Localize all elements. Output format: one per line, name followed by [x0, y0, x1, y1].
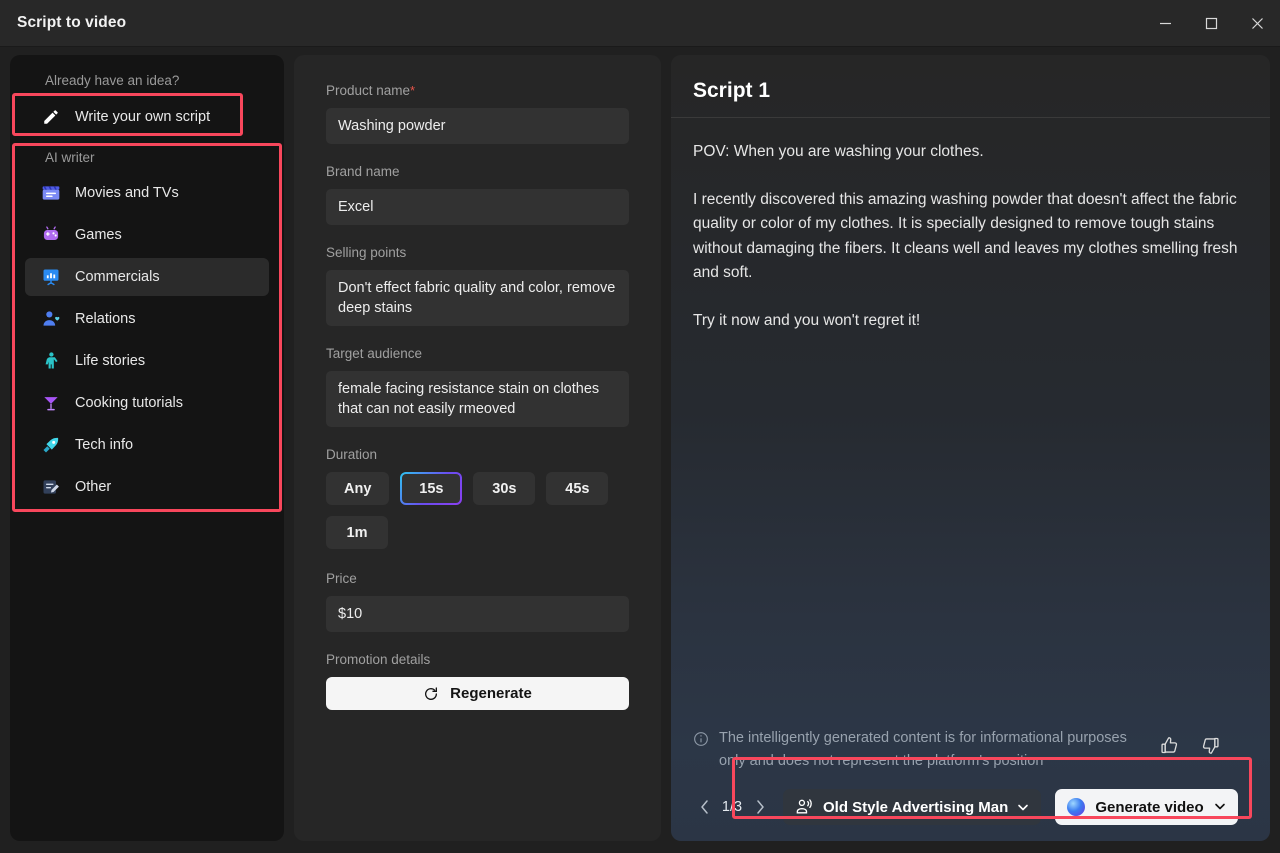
- duration-options: Any 15s 30s 45s 1m: [326, 472, 629, 549]
- sidebar-item-label: Tech info: [75, 437, 133, 453]
- script-title: Script 1: [693, 79, 1248, 103]
- voice-person-icon: [794, 797, 814, 817]
- thumbs-up-icon[interactable]: [1159, 735, 1180, 756]
- sidebar-item-movies-and-tvs[interactable]: Movies and TVs: [25, 174, 269, 212]
- title-bar: Script to video: [0, 0, 1280, 47]
- required-asterisk: *: [410, 83, 415, 98]
- note-pencil-icon: [41, 477, 61, 497]
- gamepad-icon: [41, 225, 61, 245]
- generate-video-label: Generate video: [1095, 799, 1203, 816]
- voice-selector-button[interactable]: Old Style Advertising Man: [783, 789, 1041, 825]
- sidebar-item-relations[interactable]: Relations: [25, 300, 269, 338]
- sidebar-item-label: Games: [75, 227, 122, 243]
- prev-script-button[interactable]: [693, 794, 715, 820]
- script-panel: Script 1 POV: When you are washing your …: [671, 55, 1270, 841]
- page-indicator: 1/3: [719, 799, 745, 815]
- brand-name-label: Brand name: [326, 164, 629, 180]
- maximize-icon: [1205, 17, 1218, 30]
- close-icon: [1251, 17, 1264, 30]
- selling-points-value: Don't effect fabric quality and color, r…: [338, 278, 617, 318]
- sidebar-item-cooking-tutorials[interactable]: Cooking tutorials: [25, 384, 269, 422]
- sidebar-caption-ai-writer: AI writer: [25, 150, 269, 166]
- duration-option-45s[interactable]: 45s: [546, 472, 608, 505]
- sidebar-item-games[interactable]: Games: [25, 216, 269, 254]
- person-walking-icon: [41, 351, 61, 371]
- script-paragraph: Try it now and you won't regret it!: [693, 309, 1248, 334]
- sidebar-item-life-stories[interactable]: Life stories: [25, 342, 269, 380]
- price-label: Price: [326, 571, 629, 587]
- duration-option-any[interactable]: Any: [326, 472, 389, 505]
- disclaimer-row: The intelligently generated content is f…: [671, 717, 1270, 779]
- ai-orb-icon: [1067, 798, 1085, 816]
- sidebar-item-write-your-own-script[interactable]: Write your own script: [25, 98, 269, 136]
- sidebar-item-label: Commercials: [75, 269, 160, 285]
- duration-label: Duration: [326, 447, 629, 463]
- main-body: Already have an idea? Write your own scr…: [0, 47, 1280, 853]
- script-paragraph: I recently discovered this amazing washi…: [693, 188, 1248, 286]
- minimize-button[interactable]: [1142, 0, 1188, 47]
- regenerate-button[interactable]: Regenerate: [326, 677, 629, 710]
- script-paragraph: POV: When you are washing your clothes.: [693, 140, 1248, 165]
- script-pager: 1/3: [693, 794, 771, 820]
- generate-video-button[interactable]: Generate video: [1055, 789, 1237, 825]
- sidebar: Already have an idea? Write your own scr…: [10, 55, 284, 841]
- sidebar-item-label: Movies and TVs: [75, 185, 179, 201]
- duration-option-30s[interactable]: 30s: [473, 472, 535, 505]
- sidebar-item-tech-info[interactable]: Tech info: [25, 426, 269, 464]
- product-name-input[interactable]: Washing powder: [326, 108, 629, 144]
- price-input[interactable]: $10: [326, 596, 629, 632]
- script-footer: 1/3 Old Style Advertising Man: [671, 779, 1270, 841]
- script-header: Script 1: [671, 55, 1270, 118]
- rocket-icon: [41, 435, 61, 455]
- sidebar-item-label: Cooking tutorials: [75, 395, 183, 411]
- brand-name-input[interactable]: Excel: [326, 189, 629, 225]
- brand-name-value: Excel: [338, 197, 373, 217]
- maximize-button[interactable]: [1188, 0, 1234, 47]
- sidebar-item-commercials[interactable]: Commercials: [25, 258, 269, 296]
- promotion-details-label: Promotion details: [326, 652, 629, 668]
- product-name-label-text: Product name: [326, 83, 410, 98]
- window-title: Script to video: [0, 14, 126, 32]
- presentation-chart-icon: [41, 267, 61, 287]
- chevron-down-icon: [1017, 801, 1029, 813]
- selling-points-input[interactable]: Don't effect fabric quality and color, r…: [326, 270, 629, 326]
- thumbs-down-icon[interactable]: [1200, 735, 1221, 756]
- sidebar-item-label: Write your own script: [75, 109, 210, 125]
- app-window: Script to video Already have an idea?: [0, 0, 1280, 853]
- duration-option-1m[interactable]: 1m: [326, 516, 388, 549]
- disclaimer-text: The intelligently generated content is f…: [719, 727, 1149, 773]
- sidebar-item-label: Other: [75, 479, 111, 495]
- price-value: $10: [338, 604, 362, 624]
- script-content[interactable]: POV: When you are washing your clothes. …: [671, 118, 1270, 717]
- regenerate-label: Regenerate: [450, 685, 532, 702]
- clapperboard-icon: [41, 183, 61, 203]
- target-audience-value: female facing resistance stain on clothe…: [338, 379, 617, 419]
- cocktail-glass-icon: [41, 393, 61, 413]
- close-button[interactable]: [1234, 0, 1280, 47]
- sidebar-item-label: Life stories: [75, 353, 145, 369]
- refresh-icon: [423, 686, 439, 702]
- pencil-icon: [41, 107, 61, 127]
- sidebar-item-other[interactable]: Other: [25, 468, 269, 506]
- feedback-icons: [1159, 735, 1231, 756]
- selling-points-label: Selling points: [326, 245, 629, 261]
- product-name-value: Washing powder: [338, 116, 445, 136]
- sidebar-caption-idea: Already have an idea?: [25, 73, 269, 89]
- target-audience-input[interactable]: female facing resistance stain on clothe…: [326, 371, 629, 427]
- next-script-button[interactable]: [749, 794, 771, 820]
- product-name-label: Product name*: [326, 83, 629, 99]
- minimize-icon: [1159, 17, 1172, 30]
- duration-option-15s[interactable]: 15s: [400, 472, 462, 505]
- info-icon: [693, 731, 709, 752]
- sidebar-item-label: Relations: [75, 311, 135, 327]
- form-panel: Product name* Washing powder Brand name …: [294, 55, 661, 841]
- chevron-down-icon[interactable]: [1214, 799, 1226, 816]
- voice-label: Old Style Advertising Man: [823, 799, 1008, 816]
- target-audience-label: Target audience: [326, 346, 629, 362]
- person-heart-icon: [41, 309, 61, 329]
